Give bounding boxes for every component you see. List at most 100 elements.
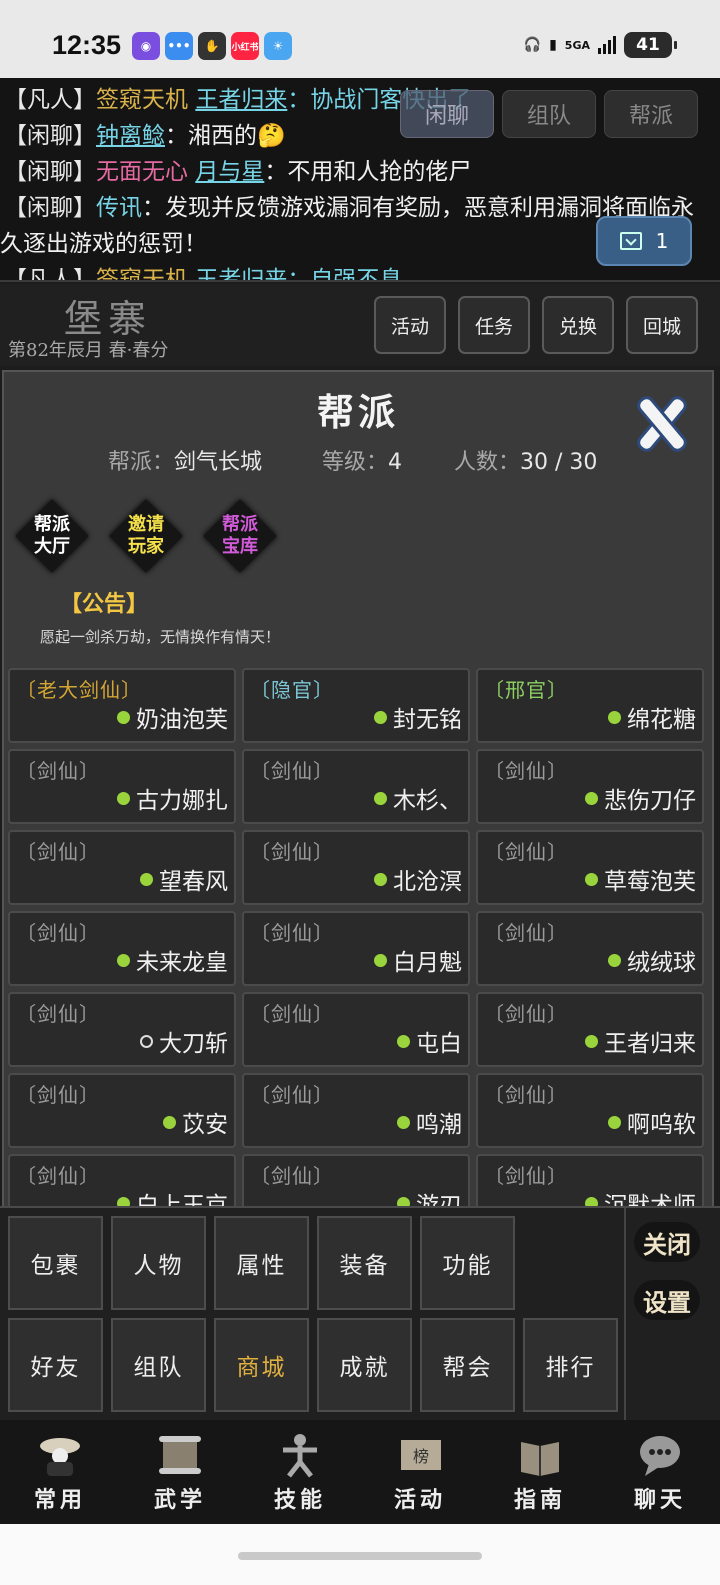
unread-messages-button[interactable]: 1: [596, 216, 692, 266]
member-count-label: 人数：: [454, 450, 521, 475]
online-status-icon: [117, 791, 130, 805]
member-rank: 〔剑仙〕: [250, 759, 334, 783]
tab-team[interactable]: 组队: [502, 90, 596, 138]
activity-button[interactable]: 活动: [374, 296, 446, 354]
member-name: 未来龙皇: [136, 950, 228, 976]
online-status-icon: [117, 953, 130, 967]
function-menu: 包裹 人物 属性 装备 功能 好友 组队 商城 成就 帮会 排行 关闭 设置: [0, 1206, 720, 1422]
member-card[interactable]: 〔剑仙〕 啊呜软: [476, 1073, 704, 1148]
online-status-icon: [397, 1115, 410, 1129]
close-icon[interactable]: [636, 398, 686, 448]
svg-text:榜: 榜: [413, 1447, 429, 1466]
member-entry: 望春风: [140, 862, 228, 896]
nav-chat[interactable]: 聊天: [600, 1420, 720, 1524]
member-card[interactable]: 〔剑仙〕 北沧溟: [242, 830, 470, 905]
guild-hall-label: 帮派 大厅: [34, 514, 70, 557]
member-rank: 〔剑仙〕: [16, 1002, 100, 1026]
offline-status-icon: [140, 1034, 153, 1048]
member-rank: 〔剑仙〕: [484, 1002, 568, 1026]
attributes-button[interactable]: 属性: [214, 1216, 309, 1310]
exchange-button[interactable]: 兑换: [542, 296, 614, 354]
nav-label: 聊天: [633, 1487, 686, 1513]
invite-player-button[interactable]: 邀请 玩家: [108, 498, 184, 574]
player-name-link[interactable]: 王者归来: [195, 87, 287, 113]
tab-chat[interactable]: 闲聊: [400, 90, 494, 138]
member-card[interactable]: 〔剑仙〕 木杉、: [242, 749, 470, 824]
unread-count: 1: [655, 229, 669, 253]
online-status-icon: [374, 872, 387, 886]
character-button[interactable]: 人物: [111, 1216, 206, 1310]
online-status-icon: [140, 872, 153, 886]
bag-button[interactable]: 包裹: [8, 1216, 103, 1310]
guild-name-label: 帮派：: [108, 450, 175, 475]
functions-button[interactable]: 功能: [420, 1216, 515, 1310]
member-card[interactable]: 〔剑仙〕 古力娜扎: [8, 749, 236, 824]
member-card[interactable]: 〔剑仙〕 绒绒球: [476, 911, 704, 986]
member-entry: 鸣潮: [397, 1105, 462, 1139]
nav-activity[interactable]: 榜 活动: [360, 1420, 480, 1524]
nav-label: 武学: [153, 1487, 206, 1513]
achievements-button[interactable]: 成就: [317, 1318, 412, 1412]
member-entry: 封无铭: [374, 700, 462, 734]
online-status-icon: [608, 710, 621, 724]
member-card[interactable]: 〔邢官〕绵花糖: [476, 668, 704, 743]
player-name-link[interactable]: 钟离鲶: [96, 123, 165, 149]
settings-button[interactable]: 设置: [634, 1280, 700, 1320]
quest-button[interactable]: 任务: [458, 296, 530, 354]
tab-guild[interactable]: 帮派: [604, 90, 698, 138]
team-button[interactable]: 组队: [111, 1318, 206, 1412]
guild-hall-button[interactable]: 帮派 大厅: [14, 498, 90, 574]
nav-label: 活动: [393, 1487, 446, 1513]
nav-guide[interactable]: 指南: [480, 1420, 600, 1524]
member-card[interactable]: 〔剑仙〕 望春风: [8, 830, 236, 905]
nav-skills[interactable]: 技能: [240, 1420, 360, 1524]
member-name: 绵花糖: [627, 707, 696, 733]
vibrate-icon: ▮: [549, 37, 557, 53]
equipment-button[interactable]: 装备: [317, 1216, 412, 1310]
member-name: 鸣潮: [416, 1112, 462, 1138]
home-indicator[interactable]: [238, 1552, 482, 1560]
player-name-link[interactable]: 月与星: [195, 159, 264, 185]
nav-common[interactable]: 常用: [0, 1420, 120, 1524]
member-card[interactable]: 〔剑仙〕 悲伤刀仔: [476, 749, 704, 824]
member-card[interactable]: 〔剑仙〕 鸣潮: [242, 1073, 470, 1148]
member-card[interactable]: 〔剑仙〕 苡安: [8, 1073, 236, 1148]
member-name: 苡安: [182, 1112, 228, 1138]
chat-panel[interactable]: 【凡人】签窥天机 王者归来：协战门客快出了 【闲聊】钟离鲶：湘西的🤔 【闲聊】无…: [0, 78, 720, 282]
guild-level-label: 等级：: [322, 450, 389, 475]
shop-button[interactable]: 商城: [214, 1318, 309, 1412]
member-entry: 未来龙皇: [117, 943, 228, 977]
member-card[interactable]: 〔剑仙〕 草莓泡芙: [476, 830, 704, 905]
ranking-button[interactable]: 排行: [523, 1318, 618, 1412]
member-card[interactable]: 〔剑仙〕 白月魁: [242, 911, 470, 986]
return-city-button[interactable]: 回城: [626, 296, 698, 354]
online-status-icon: [585, 872, 598, 886]
nav-label: 指南: [513, 1487, 566, 1513]
member-entry: 王者归来: [585, 1024, 696, 1058]
member-rank: 〔邢官〕: [484, 678, 568, 702]
member-card[interactable]: 〔剑仙〕 王者归来: [476, 992, 704, 1067]
member-rank: 〔剑仙〕: [250, 840, 334, 864]
member-card[interactable]: 〔剑仙〕 未来龙皇: [8, 911, 236, 986]
member-card[interactable]: 〔老大剑仙〕 奶油泡芙: [8, 668, 236, 743]
guild-button[interactable]: 帮会: [420, 1318, 515, 1412]
straw-hat-icon: [40, 1438, 80, 1476]
guild-treasury-button[interactable]: 帮派 宝库: [202, 498, 278, 574]
member-card[interactable]: 〔剑仙〕 大刀斩: [8, 992, 236, 1067]
player-name-link[interactable]: 王者归来: [195, 267, 287, 280]
banner-icon: 榜: [401, 1440, 441, 1470]
online-status-icon: [608, 1115, 621, 1129]
status-bar: 12:35 ◉ ••• ✋ 小红书 ☀ 🎧 ▮ 5GA 41: [0, 0, 720, 78]
member-name: 草莓泡芙: [604, 869, 696, 895]
member-card[interactable]: 〔隐官〕 封无铭: [242, 668, 470, 743]
close-menu-button[interactable]: 关闭: [634, 1222, 700, 1262]
download-message-icon: [619, 232, 642, 250]
nav-martial-arts[interactable]: 武学: [120, 1420, 240, 1524]
friends-button[interactable]: 好友: [8, 1318, 103, 1412]
member-card[interactable]: 〔剑仙〕 屯白: [242, 992, 470, 1067]
speech-bubble-icon: [640, 1436, 680, 1476]
clock: 12:35: [52, 30, 122, 60]
online-status-icon: [608, 953, 621, 967]
location-title: 堡寨: [64, 297, 153, 341]
member-entry: 绵花糖: [608, 700, 696, 734]
